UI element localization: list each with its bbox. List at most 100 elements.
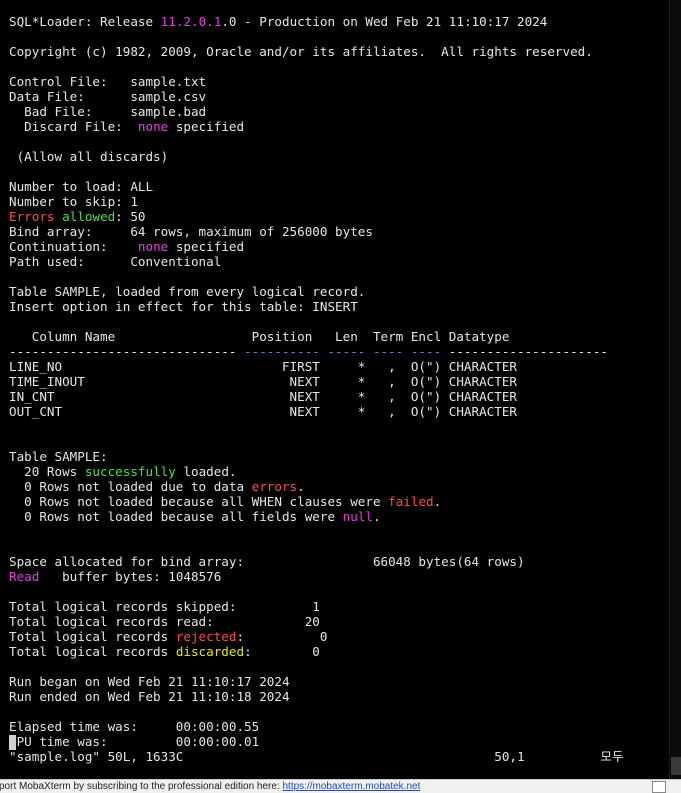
terminal-text: failed [388,494,434,509]
terminal-text: ---------- ----- ---- ---- [244,344,442,359]
terminal-line: Errors allowed: 50 [9,209,624,224]
terminal-text: errors [251,479,298,494]
terminal-text: Insert option in effect for this table: … [9,299,358,314]
terminal-text: Errors [9,209,55,224]
vertical-scrollbar[interactable] [669,0,681,779]
terminal-text: Control File: sample.txt [9,74,207,89]
terminal-line: Total logical records skipped: 1 [9,599,624,614]
terminal-text: LINE_NO FIRST * , O(") CHARACTER [9,359,517,374]
terminal-line: (Allow all discards) [9,149,624,164]
terminal-line: Total logical records rejected: 0 [9,629,624,644]
terminal-line: LINE_NO FIRST * , O(") CHARACTER [9,359,624,374]
terminal-text: rejected [175,629,237,644]
terminal-text: : 0 [236,629,328,644]
terminal-text: Total logical records skipped: 1 [9,599,320,614]
terminal-text: Number to skip: 1 [9,194,138,209]
terminal-text: Table SAMPLE, loaded from every logical … [9,284,366,299]
terminal-text: Table SAMPLE: [9,449,108,464]
terminal-text: (Allow all discards) [9,149,169,164]
terminal-text: Number to load: ALL [9,179,154,194]
terminal-text: TIME_INOUT NEXT * , O(") CHARACTER [9,374,517,389]
terminal-text: discarded [175,644,245,659]
terminal-text: Total logical records read: 20 [9,614,320,629]
terminal-text: allowed [62,209,116,224]
terminal-text: OUT_CNT NEXT * , O(") CHARACTER [9,404,517,419]
terminal-text: Run began on Wed Feb 21 11:10:17 2024 [9,674,290,689]
terminal-line: Discard File: none specified [9,119,624,134]
terminal-line: 0 Rows not loaded because all fields wer… [9,509,624,524]
terminal-line: Bind array: 64 rows, maximum of 256000 b… [9,224,624,239]
terminal-text: Run ended on Wed Feb 21 11:10:18 2024 [9,689,290,704]
terminal-text: . [297,479,305,494]
terminal-line: TIME_INOUT NEXT * , O(") CHARACTER [9,374,624,389]
terminal-text: buffer bytes: 1048576 [39,569,222,584]
terminal-line: Column Name Position Len Term Encl Datat… [9,329,624,344]
terminal-line: Space allocated for bind array: 66048 by… [9,554,624,569]
terminal-text: "sample.log" 50L, 1633C 50,1 모두 [9,749,624,764]
mobaxterm-link[interactable]: https://mobaxterm.mobatek.net [283,781,421,792]
terminal-text: Bad File: sample.bad [9,104,207,119]
terminal-text: 11.2.0.1 [160,14,222,29]
terminal-text: specified [168,239,245,254]
terminal-line: SQL*Loader: Release 11.2.0.1.0 - Product… [9,14,624,29]
terminal-text: null [342,509,373,524]
terminal-text: 20 Rows [9,464,85,479]
terminal-text: .0 - Production on Wed Feb 21 11:10:17 2… [221,14,548,29]
terminal-line: CPU time was: 00:00:00.01 [9,734,624,749]
close-box-icon[interactable] [652,781,666,793]
terminal-line: Path used: Conventional [9,254,624,269]
terminal-line: Data File: sample.csv [9,89,624,104]
terminal-line: Total logical records read: 20 [9,614,624,629]
terminal-line: IN_CNT NEXT * , O(") CHARACTER [9,389,624,404]
terminal-text: Elapsed time was: 00:00:00.55 [9,719,260,734]
terminal-text: 0 Rows not loaded due to data [9,479,252,494]
terminal-text: . [433,494,442,509]
terminal-line: Elapsed time was: 00:00:00.55 [9,719,624,734]
terminal-text: IN_CNT NEXT * , O(") CHARACTER [9,389,517,404]
terminal-text: : 0 [244,644,320,659]
terminal-line: Bad File: sample.bad [9,104,624,119]
terminal-line: Number to skip: 1 [9,194,624,209]
text-cursor [9,735,16,750]
terminal-line: "sample.log" 50L, 1633C 50,1 모두 [9,749,624,764]
terminal-text: : 50 [115,209,146,224]
terminal-line: Run began on Wed Feb 21 11:10:17 2024 [9,674,624,689]
promo-text: port MobaXterm by subscribing to the pro… [0,781,283,792]
terminal-line: OUT_CNT NEXT * , O(") CHARACTER [9,404,624,419]
terminal-text: SQL*Loader: Release [9,14,161,29]
promo-message: port MobaXterm by subscribing to the pro… [0,780,420,793]
terminal-text: none [137,239,169,254]
terminal-text: --------------------- [441,344,608,359]
status-bar: port MobaXterm by subscribing to the pro… [0,779,681,793]
terminal-window[interactable]: SQL*Loader: Release 11.2.0.1.0 - Product… [0,0,669,779]
terminal-text: Read [9,569,40,584]
terminal-text: CPU time was: 00:00:00.01 [9,734,260,749]
terminal-output: SQL*Loader: Release 11.2.0.1.0 - Product… [9,14,624,764]
terminal-text: Discard File: [9,119,138,134]
terminal-text: 0 Rows not loaded because all fields wer… [9,509,343,524]
terminal-text: 0 Rows not loaded because all WHEN claus… [9,494,389,509]
terminal-text: none [137,119,169,134]
terminal-text: Total logical records [9,644,176,659]
terminal-line: Read buffer bytes: 1048576 [9,569,624,584]
terminal-line: ------------------------------ ---------… [9,344,624,359]
terminal-text: loaded. [175,464,237,479]
terminal-text: successfully [84,464,176,479]
terminal-text: Column Name Position Len Term Encl Datat… [9,329,510,344]
scrollbar-thumb[interactable] [671,757,681,775]
terminal-text: . [372,509,381,524]
terminal-text: Copyright (c) 1982, 2009, Oracle and/or … [9,44,593,59]
terminal-line: Table SAMPLE, loaded from every logical … [9,284,624,299]
terminal-text: Space allocated for bind array: 66048 by… [9,554,525,569]
